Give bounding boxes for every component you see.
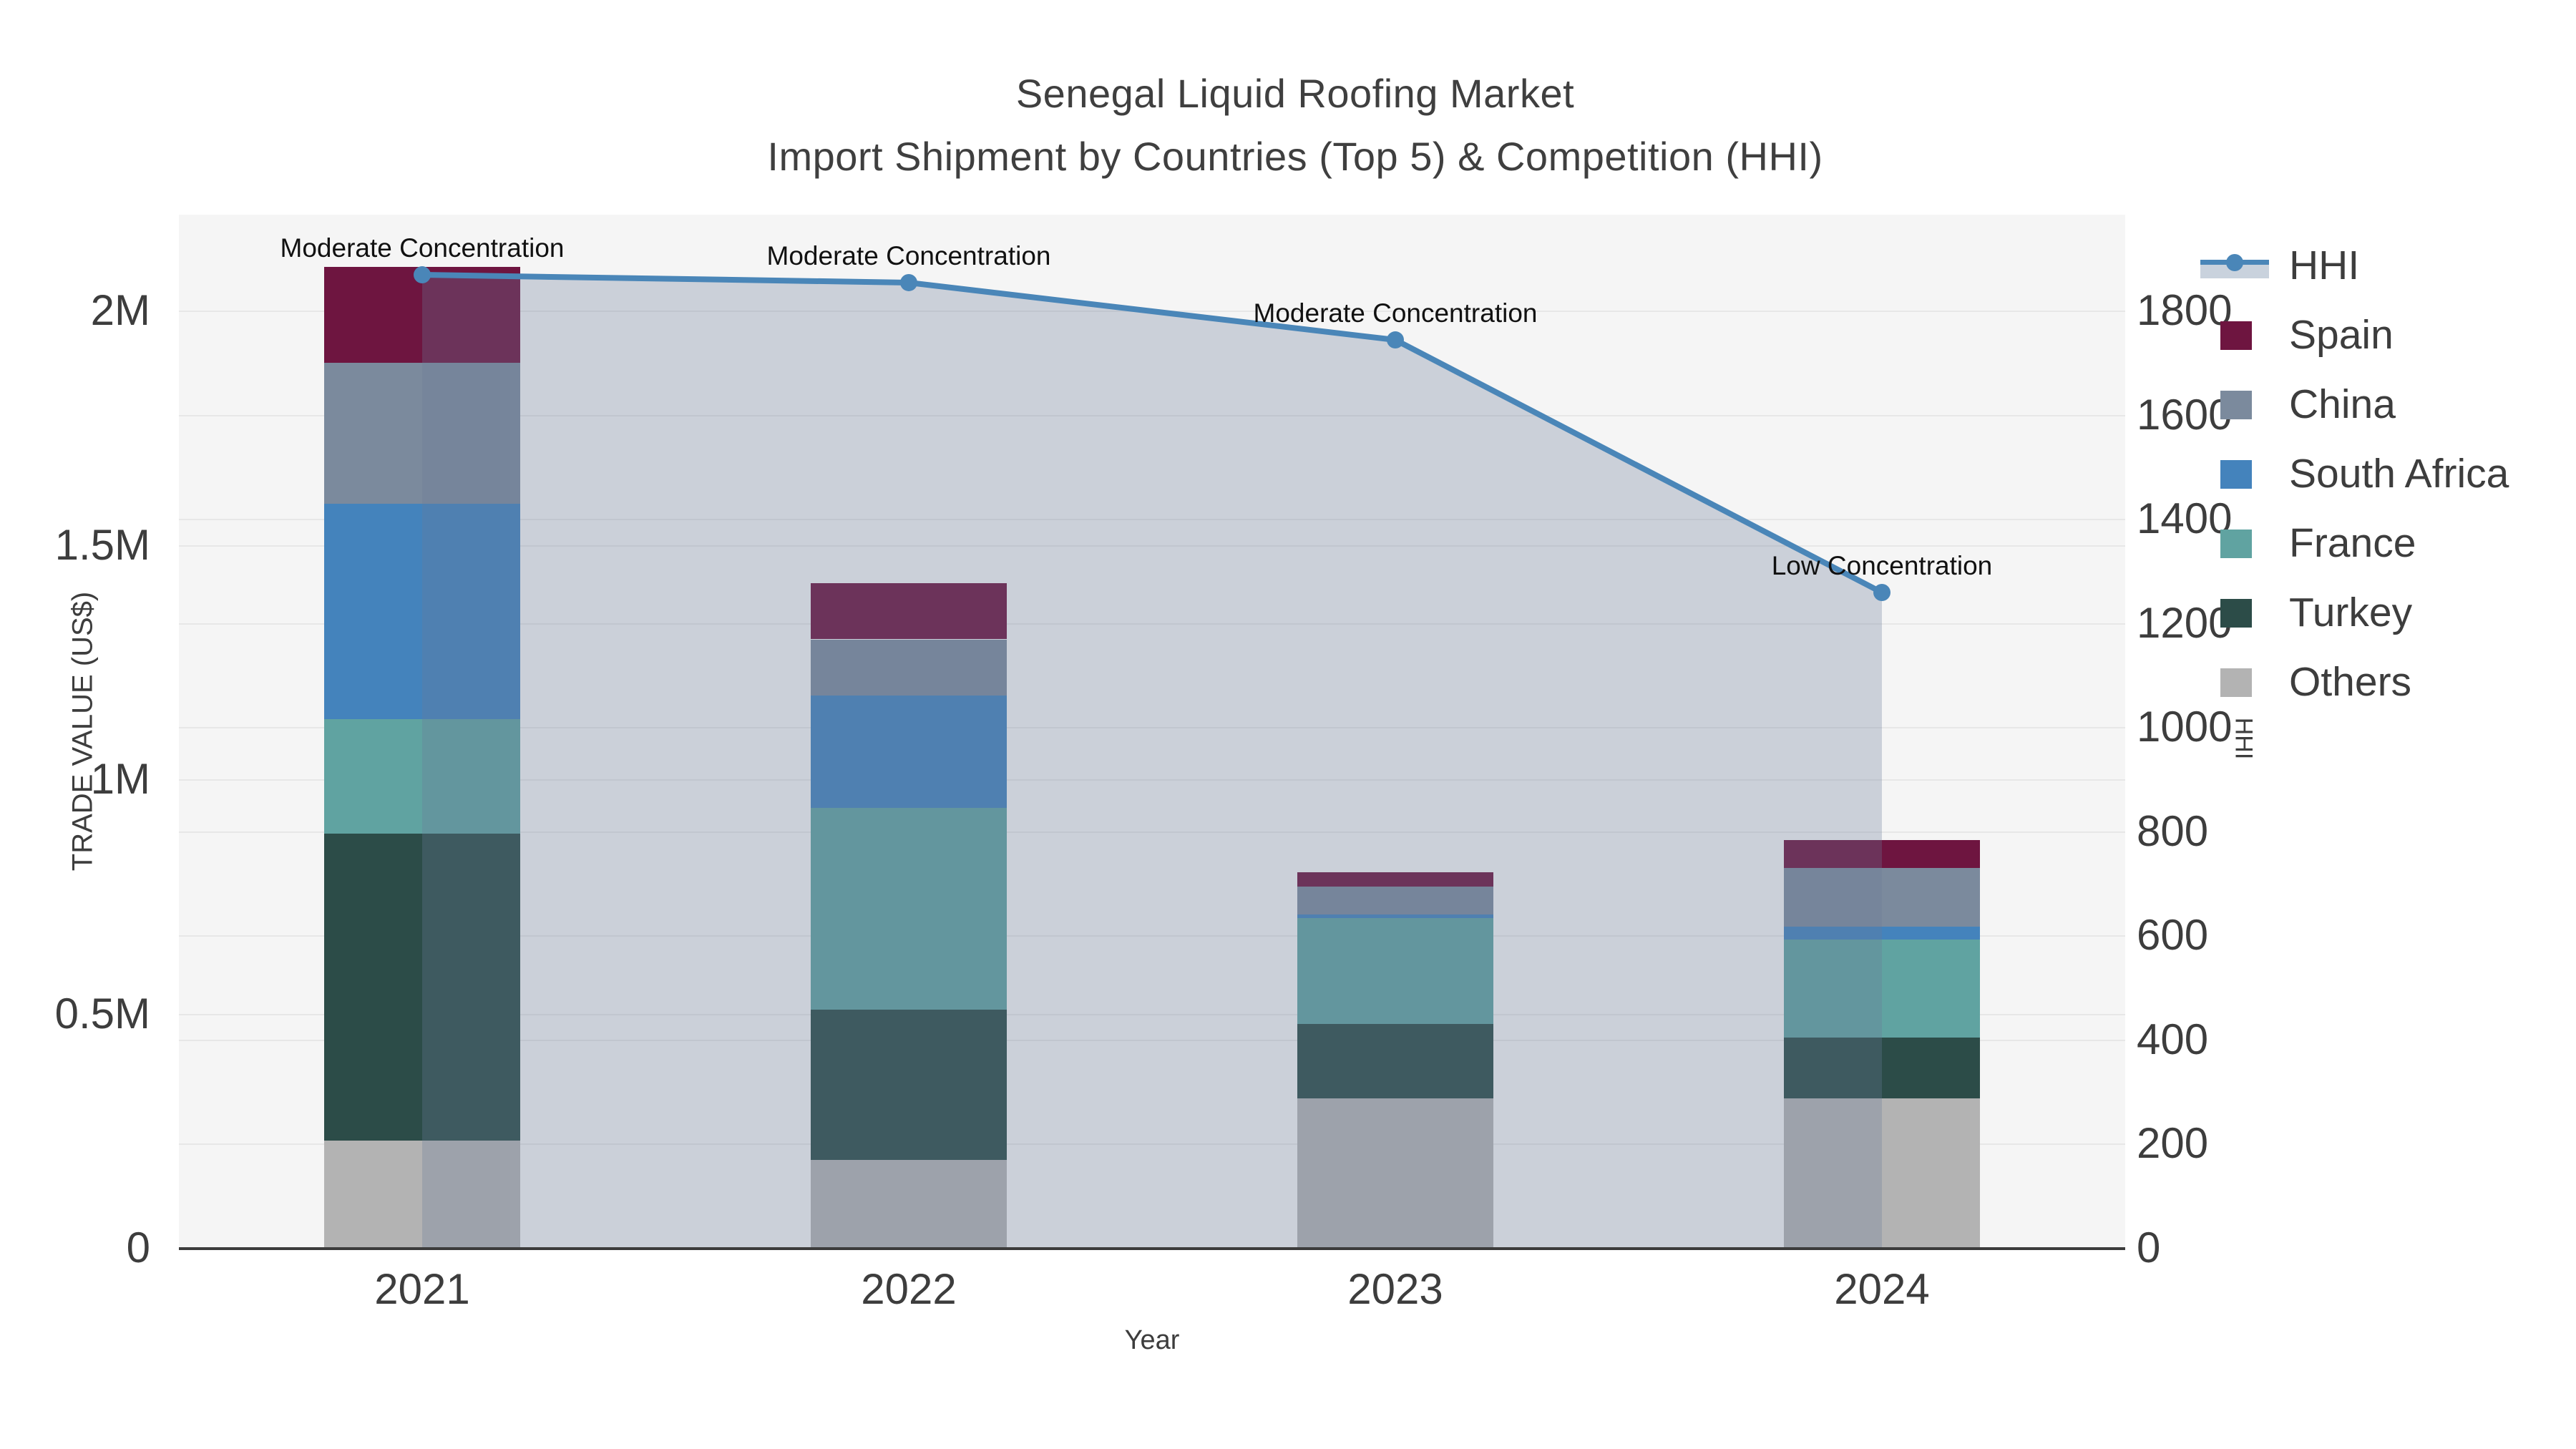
- hhi-area-fill: [422, 275, 1882, 1249]
- color-swatch-icon: [2200, 389, 2280, 420]
- figure: Senegal Liquid Roofing Market Import Shi…: [0, 0, 2576, 1449]
- hhi-marker-2022[interactable]: [900, 273, 917, 291]
- chart-subtitle: Import Shipment by Countries (Top 5) & C…: [767, 134, 1823, 179]
- y-right-tick-0: 0: [2137, 1224, 2161, 1272]
- legend-label: Turkey: [2289, 589, 2413, 635]
- color-swatch-icon: [2200, 527, 2280, 559]
- annotation-2023: Moderate Concentration: [1253, 298, 1538, 328]
- bar-segment-2024-france[interactable]: [1784, 939, 1980, 1038]
- chart-title: Senegal Liquid Roofing Market: [1015, 71, 1575, 116]
- legend-label: HHI: [2289, 242, 2360, 288]
- legend-label: China: [2289, 381, 2396, 427]
- color-swatch-icon: [2200, 458, 2280, 489]
- x-axis-title: Year: [1124, 1325, 1180, 1355]
- annotation-2024: Low Concentration: [1771, 551, 1993, 580]
- y-right-tick-800: 800: [2137, 806, 2209, 855]
- color-swatch-icon: [2200, 666, 2280, 698]
- legend-label: Others: [2289, 658, 2412, 705]
- x-tick-2024: 2024: [1834, 1265, 1930, 1313]
- y-right-tick-200: 200: [2137, 1119, 2209, 1168]
- color-swatch: [2220, 390, 2252, 419]
- marker-dot-icon: [2226, 253, 2243, 271]
- bar-segment-2024-turkey[interactable]: [1784, 1038, 1980, 1099]
- bar-segment-2024-china[interactable]: [1784, 868, 1980, 927]
- bar-segment-2023-spain[interactable]: [1297, 872, 1493, 887]
- legend-item-france[interactable]: France: [2200, 508, 2509, 577]
- bar-segment-2023-china[interactable]: [1297, 886, 1493, 914]
- bar-segment-2021-south-africa[interactable]: [324, 503, 520, 719]
- bar-segment-2023-turkey[interactable]: [1297, 1023, 1493, 1099]
- legend-label: France: [2289, 519, 2416, 566]
- plot-area: [179, 215, 2125, 1250]
- legend-item-spain[interactable]: Spain: [2200, 300, 2509, 369]
- legend-item-china[interactable]: China: [2200, 369, 2509, 439]
- bar-segment-2022-china[interactable]: [811, 639, 1007, 696]
- annotation-2022: Moderate Concentration: [766, 240, 1051, 270]
- bar-segment-2023-others[interactable]: [1297, 1098, 1493, 1249]
- y-right-tick-400: 400: [2137, 1015, 2209, 1063]
- bar-segment-2023-south-africa[interactable]: [1297, 914, 1493, 919]
- bar-segment-2022-france[interactable]: [811, 808, 1007, 1010]
- bar-segment-2021-spain[interactable]: [324, 266, 520, 364]
- y-right-tick-600: 600: [2137, 911, 2209, 960]
- y-axis-title-left: TRADE VALUE (US$): [67, 591, 99, 872]
- legend-item-hhi[interactable]: HHI: [2200, 230, 2509, 300]
- y-left-tick-1M: 1M: [90, 755, 150, 803]
- bar-segment-2022-south-africa[interactable]: [811, 696, 1007, 809]
- x-tick-2022: 2022: [861, 1265, 957, 1313]
- color-swatch-icon: [2200, 319, 2280, 351]
- bar-segment-2024-others[interactable]: [1784, 1098, 1980, 1249]
- color-swatch: [2220, 529, 2252, 558]
- y-left-tick-0: 0: [126, 1224, 150, 1272]
- legend-label: Spain: [2289, 311, 2394, 358]
- legend-label: South Africa: [2289, 450, 2509, 497]
- hhi-marker-2023[interactable]: [1387, 331, 1404, 349]
- x-tick-2023: 2023: [1347, 1265, 1443, 1313]
- y-left-tick-2M: 2M: [90, 286, 150, 334]
- bar-segment-2024-spain[interactable]: [1784, 839, 1980, 869]
- x-axis-line: [179, 1247, 2125, 1250]
- legend: HHI Spain China South Africa France Turkey Oth…: [2200, 230, 2509, 716]
- color-swatch: [2220, 598, 2252, 628]
- y-left-tick-1.5M: 1.5M: [54, 520, 150, 569]
- x-tick-2021: 2021: [374, 1265, 470, 1313]
- color-swatch: [2220, 321, 2252, 350]
- legend-item-south-africa[interactable]: South Africa: [2200, 439, 2509, 508]
- bar-segment-2023-france[interactable]: [1297, 918, 1493, 1024]
- bar-segment-2024-south-africa[interactable]: [1784, 927, 1980, 940]
- bar-segment-2022-spain[interactable]: [811, 582, 1007, 640]
- bar-segment-2022-turkey[interactable]: [811, 1009, 1007, 1160]
- bar-segment-2022-others[interactable]: [811, 1159, 1007, 1249]
- annotation-2021: Moderate Concentration: [280, 233, 565, 263]
- bar-segment-2021-china[interactable]: [324, 363, 520, 504]
- legend-item-turkey[interactable]: Turkey: [2200, 577, 2509, 647]
- legend-item-others[interactable]: Others: [2200, 647, 2509, 716]
- bar-segment-2021-france[interactable]: [324, 718, 520, 834]
- hhi-marker-2024[interactable]: [1873, 584, 1890, 601]
- bar-segment-2021-turkey[interactable]: [324, 834, 520, 1141]
- hhi-line-legend-icon: [2200, 250, 2280, 281]
- color-swatch: [2220, 459, 2252, 489]
- bar-segment-2021-others[interactable]: [324, 1141, 520, 1249]
- y-left-tick-0.5M: 0.5M: [54, 989, 150, 1038]
- color-swatch-icon: [2200, 597, 2280, 628]
- color-swatch: [2220, 668, 2252, 697]
